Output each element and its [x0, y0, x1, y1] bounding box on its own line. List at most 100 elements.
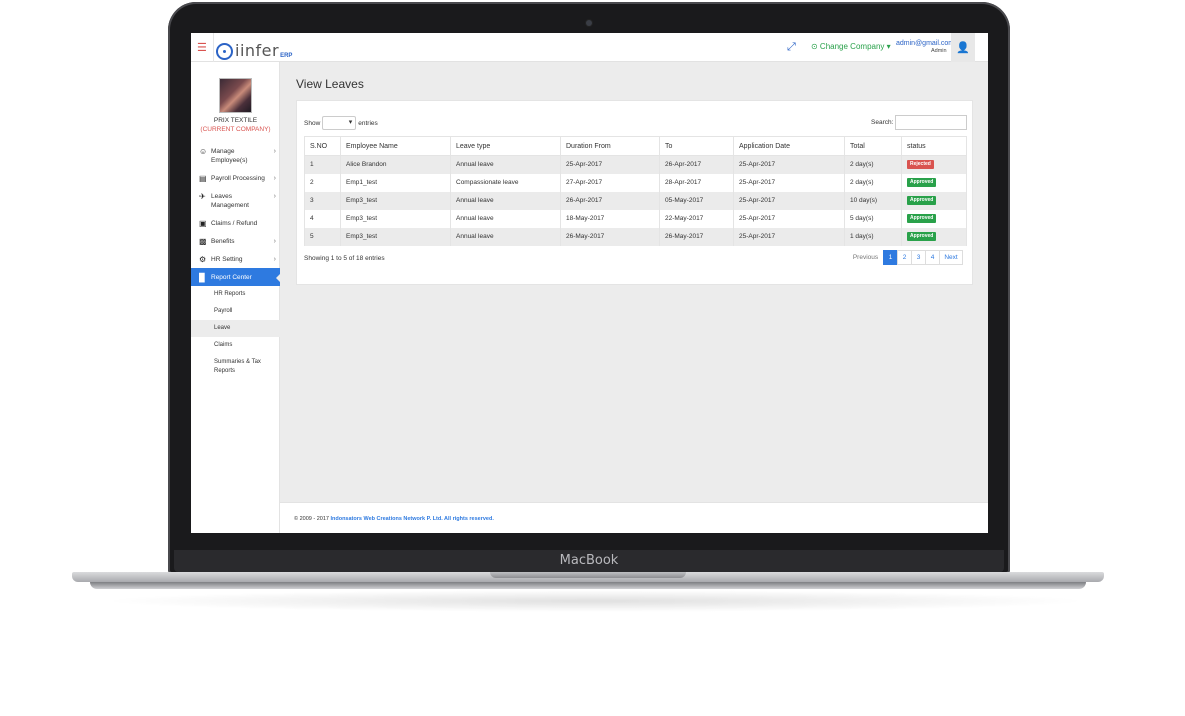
logo-divider [213, 33, 214, 62]
column-header-application-date[interactable]: Application Date [733, 136, 845, 156]
gear-icon: ⚙ [199, 255, 207, 264]
cell-application-date: 25-Apr-2017 [733, 191, 845, 210]
cell-to: 26-Apr-2017 [659, 155, 734, 174]
leaves-card: Show entries Search: S.NO Employee Name … [296, 100, 973, 285]
status-badge: Approved [907, 214, 937, 223]
table-header-row: S.NO Employee Name Leave type Duration F… [304, 136, 967, 156]
footer-company-link[interactable]: Indonsators Web Creations Network P. Ltd… [330, 516, 493, 522]
chevron-right-icon: › [273, 148, 276, 155]
sidebar-item-benefits[interactable]: ▩ Benefits › [191, 232, 280, 250]
company-avatar [219, 78, 252, 113]
column-header-sno[interactable]: S.NO [304, 136, 341, 156]
card-icon: ▤ [199, 174, 207, 183]
sidebar-item-claims-refund[interactable]: ▣ Claims / Refund [191, 214, 280, 232]
pagination-page-1[interactable]: 1 [883, 250, 898, 265]
table-info: Showing 1 to 5 of 18 entries [304, 255, 385, 262]
sidebar-item-label: Report Center [211, 274, 252, 281]
page-footer: © 2009 - 2017 Indonsators Web Creations … [280, 502, 988, 533]
cell-employee-name: Emp3_test [340, 227, 451, 246]
table-row: 5 Emp3_test Annual leave 26-May-2017 26-… [304, 227, 967, 246]
cell-to: 05-May-2017 [659, 191, 734, 210]
column-header-status[interactable]: status [901, 136, 967, 156]
cell-duration-from: 18-May-2017 [560, 209, 660, 228]
search-input[interactable] [895, 115, 968, 130]
pagination-next[interactable]: Next [939, 250, 963, 265]
cell-leave-type: Compassionate leave [450, 173, 561, 192]
current-company-label: (CURRENT COMPANY) [200, 126, 271, 133]
submenu-item-hr-reports[interactable]: HR Reports [191, 286, 280, 303]
status-badge: Approved [907, 178, 937, 187]
cell-status: Approved [901, 227, 967, 246]
sidebar-item-label: Benefits [211, 238, 235, 245]
cell-sno: 5 [304, 227, 341, 246]
cell-duration-from: 27-Apr-2017 [560, 173, 660, 192]
user-icon: 👤 [956, 42, 970, 54]
change-company-dropdown[interactable]: ⊙ Change Company ▾ [811, 42, 891, 51]
pagination: Previous 1 2 3 4 Next [848, 250, 963, 265]
page-title: View Leaves [296, 77, 364, 91]
user-role: Admin [931, 48, 947, 54]
sidebar-item-payroll-processing[interactable]: ▤ Payroll Processing › [191, 169, 280, 187]
cell-employee-name: Emp3_test [340, 209, 451, 228]
cell-status: Approved [901, 173, 967, 192]
pagination-previous[interactable]: Previous [847, 250, 884, 265]
cell-employee-name: Alice Brandon [340, 155, 451, 174]
cell-duration-from: 26-May-2017 [560, 227, 660, 246]
sidebar: PRIX TEXTILE (CURRENT COMPANY) ☺ Manage … [191, 62, 281, 533]
chevron-right-icon: › [273, 193, 276, 200]
table-row: 2 Emp1_test Compassionate leave 27-Apr-2… [304, 173, 967, 192]
cell-status: Approved [901, 209, 967, 228]
cell-leave-type: Annual leave [450, 209, 561, 228]
money-icon: ▣ [199, 219, 207, 228]
cell-sno: 2 [304, 173, 341, 192]
chevron-right-icon: › [273, 238, 276, 245]
app-logo[interactable]: iinfer ERP [216, 36, 292, 60]
sidebar-item-label: Leaves Management [211, 193, 249, 209]
laptop-shadow [100, 590, 1090, 612]
app-screen: ☰ iinfer ERP ⤢ ⊙ Change Company ▾ admin@… [191, 33, 988, 533]
entries-select[interactable] [322, 116, 357, 130]
cell-employee-name: Emp1_test [340, 173, 451, 192]
table-row: 3 Emp3_test Annual leave 26-Apr-2017 05-… [304, 191, 967, 210]
submenu-item-summaries-tax[interactable]: Summaries & Tax Reports [191, 354, 280, 380]
column-header-employee-name[interactable]: Employee Name [340, 136, 451, 156]
leaves-table: S.NO Employee Name Leave type Duration F… [304, 136, 967, 246]
device-brand: MacBook [559, 553, 619, 568]
camera [586, 20, 592, 26]
column-header-to[interactable]: To [659, 136, 734, 156]
fullscreen-icon[interactable]: ⤢ [787, 41, 796, 54]
sidebar-menu: ☺ Manage Employee(s) › ▤ Payroll Process… [191, 142, 281, 380]
chevron-right-icon: › [273, 175, 276, 182]
column-header-duration-from[interactable]: Duration From [560, 136, 660, 156]
laptop-notch [490, 572, 686, 578]
user-email[interactable]: admin@gmail.com [896, 40, 954, 47]
hamburger-menu-icon[interactable]: ☰ [197, 41, 207, 54]
cell-total: 10 day(s) [844, 191, 902, 210]
cell-application-date: 25-Apr-2017 [733, 155, 845, 174]
cell-to: 28-Apr-2017 [659, 173, 734, 192]
sidebar-item-report-center[interactable]: █ Report Center [191, 268, 281, 286]
column-header-leave-type[interactable]: Leave type [450, 136, 561, 156]
sidebar-item-manage-employees[interactable]: ☺ Manage Employee(s) › [191, 142, 280, 169]
footer-copyright: © 2009 - 2017 [294, 516, 331, 522]
user-profile-button[interactable]: 👤 [951, 33, 975, 62]
cell-status: Approved [901, 191, 967, 210]
sidebar-item-hr-setting[interactable]: ⚙ HR Setting › [191, 250, 280, 268]
pagination-page-2[interactable]: 2 [897, 250, 912, 265]
logo-ring-icon [216, 43, 233, 60]
cell-duration-from: 26-Apr-2017 [560, 191, 660, 210]
submenu-item-claims[interactable]: Claims [191, 337, 280, 354]
cell-to: 22-May-2017 [659, 209, 734, 228]
sidebar-item-label: Claims / Refund [211, 220, 258, 227]
submenu-item-leave[interactable]: Leave [191, 320, 280, 337]
cell-sno: 1 [304, 155, 341, 174]
pagination-page-3[interactable]: 3 [911, 250, 926, 265]
pagination-page-4[interactable]: 4 [925, 250, 940, 265]
chevron-right-icon: › [273, 256, 276, 263]
submenu-item-payroll[interactable]: Payroll [191, 303, 280, 320]
cell-leave-type: Annual leave [450, 227, 561, 246]
sidebar-item-label: HR Setting [211, 256, 243, 263]
top-bar: ☰ iinfer ERP ⤢ ⊙ Change Company ▾ admin@… [191, 33, 988, 62]
sidebar-item-leaves-management[interactable]: ✈ Leaves Management › [191, 187, 280, 214]
column-header-total[interactable]: Total [844, 136, 902, 156]
